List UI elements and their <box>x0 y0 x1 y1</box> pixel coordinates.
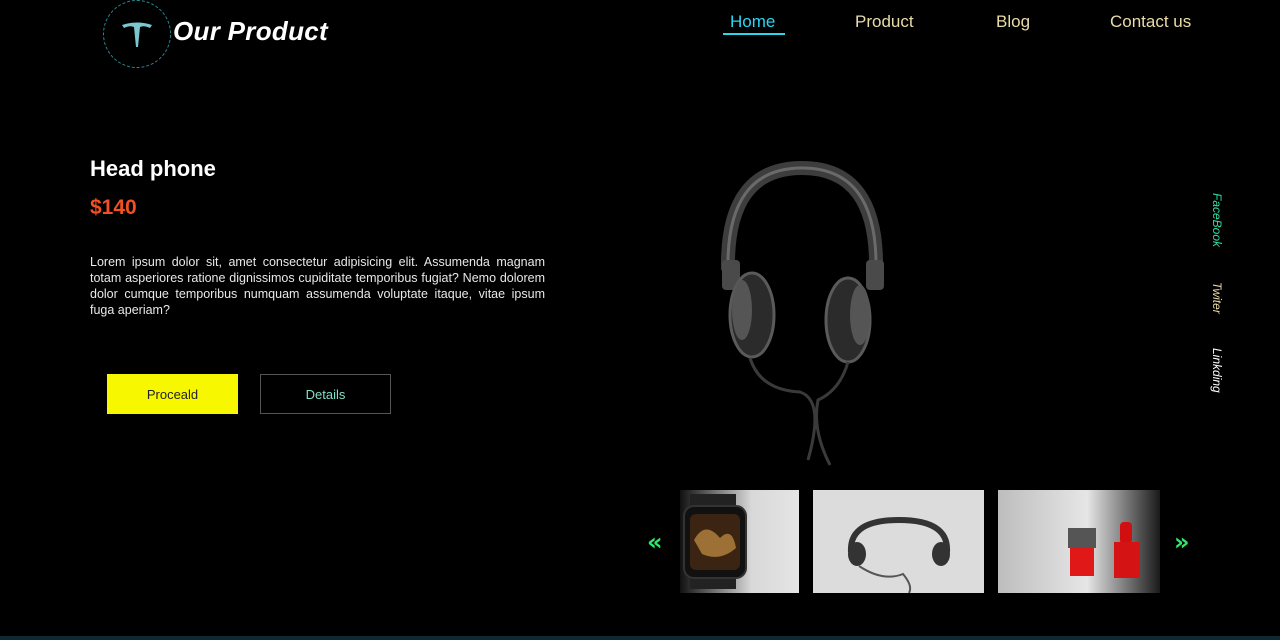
headphones-icon <box>847 516 951 593</box>
smartwatch-icon <box>683 494 747 589</box>
social-linkedin-link[interactable]: Linkding <box>1210 348 1224 393</box>
social-facebook-link[interactable]: FaceBook <box>1210 193 1224 247</box>
product-description: Lorem ipsum dolor sit, amet consectetur … <box>90 255 545 317</box>
logo-t-icon <box>122 22 152 47</box>
nav-home[interactable]: Home <box>730 12 775 32</box>
nav-contact-us[interactable]: Contact us <box>1110 12 1191 32</box>
social-twitter-link[interactable]: Twiter <box>1210 282 1224 314</box>
lipstick-icon <box>1068 522 1140 578</box>
nav-blog[interactable]: Blog <box>996 12 1030 32</box>
thumb-headphones[interactable] <box>813 490 984 593</box>
product-price: $140 <box>90 196 137 219</box>
brand-title: Our Product <box>173 16 328 46</box>
proceed-button[interactable]: Proceald <box>107 374 238 414</box>
thumb-lipstick[interactable] <box>998 490 1160 593</box>
thumb-smartwatch[interactable] <box>680 490 799 593</box>
bottom-edge <box>0 636 1280 640</box>
top-nav: Home Product Blog Contact us <box>700 12 1220 42</box>
logo[interactable] <box>103 0 171 68</box>
nav-product[interactable]: Product <box>855 12 914 32</box>
product-title: Head phone <box>90 156 216 181</box>
carousel-prev-button[interactable]: « <box>647 528 663 556</box>
headphone-image <box>720 160 884 466</box>
details-button[interactable]: Details <box>260 374 391 414</box>
nav-active-underline <box>723 33 785 35</box>
carousel-next-button[interactable]: » <box>1174 528 1190 556</box>
